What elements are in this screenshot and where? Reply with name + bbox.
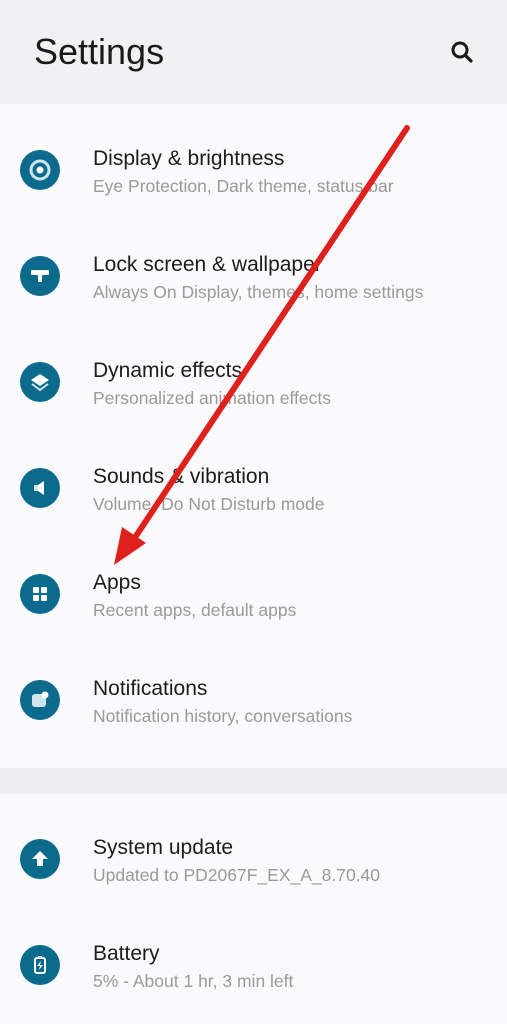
lock-screen-icon (20, 256, 60, 296)
apps-grid-icon (20, 574, 60, 614)
upload-arrow-icon (20, 839, 60, 879)
settings-item-subtitle: Always On Display, themes, home settings (93, 282, 424, 302)
settings-item-dynamic-effects[interactable]: Dynamic effects Personalized animation e… (0, 330, 507, 436)
settings-item-notifications[interactable]: Notifications Notification history, conv… (0, 648, 507, 754)
group-divider (0, 768, 507, 794)
settings-item-title: Lock screen & wallpaper (93, 253, 322, 276)
settings-item-title: Dynamic effects (93, 359, 242, 382)
app-header: Settings (0, 0, 507, 104)
settings-item-title: Battery (93, 942, 160, 965)
speaker-icon (20, 468, 60, 508)
notification-icon (20, 680, 60, 720)
battery-icon (20, 945, 60, 985)
settings-item-lock-screen[interactable]: Lock screen & wallpaper Always On Displa… (0, 224, 507, 330)
settings-item-subtitle: Updated to PD2067F_EX_A_8.70.40 (93, 865, 381, 885)
settings-item-title: System update (93, 836, 234, 859)
settings-item-battery[interactable]: Battery 5% - About 1 hr, 3 min left (0, 913, 507, 1019)
display-icon (20, 150, 60, 190)
settings-item-subtitle: Notification history, conversations (93, 706, 353, 726)
settings-item-subtitle: Eye Protection, Dark theme, status bar (93, 176, 394, 196)
settings-item-apps[interactable]: Apps Recent apps, default apps (0, 542, 507, 648)
settings-item-subtitle: Personalized animation effects (93, 388, 332, 408)
settings-item-title: Notifications (93, 677, 208, 700)
settings-item-sounds[interactable]: Sounds & vibration Volume, Do Not Distur… (0, 436, 507, 542)
settings-item-display[interactable]: Display & brightness Eye Protection, Dar… (0, 118, 507, 224)
settings-item-subtitle: 5% - About 1 hr, 3 min left (93, 971, 294, 991)
search-button[interactable] (444, 34, 480, 70)
layers-icon (20, 362, 60, 402)
search-icon (451, 41, 473, 63)
page-title: Settings (34, 31, 165, 72)
settings-item-title: Sounds & vibration (93, 465, 270, 488)
settings-item-system-update[interactable]: System update Updated to PD2067F_EX_A_8.… (0, 807, 507, 913)
settings-item-title: Display & brightness (93, 147, 285, 170)
settings-item-subtitle: Recent apps, default apps (93, 600, 297, 620)
settings-item-subtitle: Volume, Do Not Disturb mode (93, 494, 325, 514)
settings-item-title: Apps (93, 571, 141, 594)
